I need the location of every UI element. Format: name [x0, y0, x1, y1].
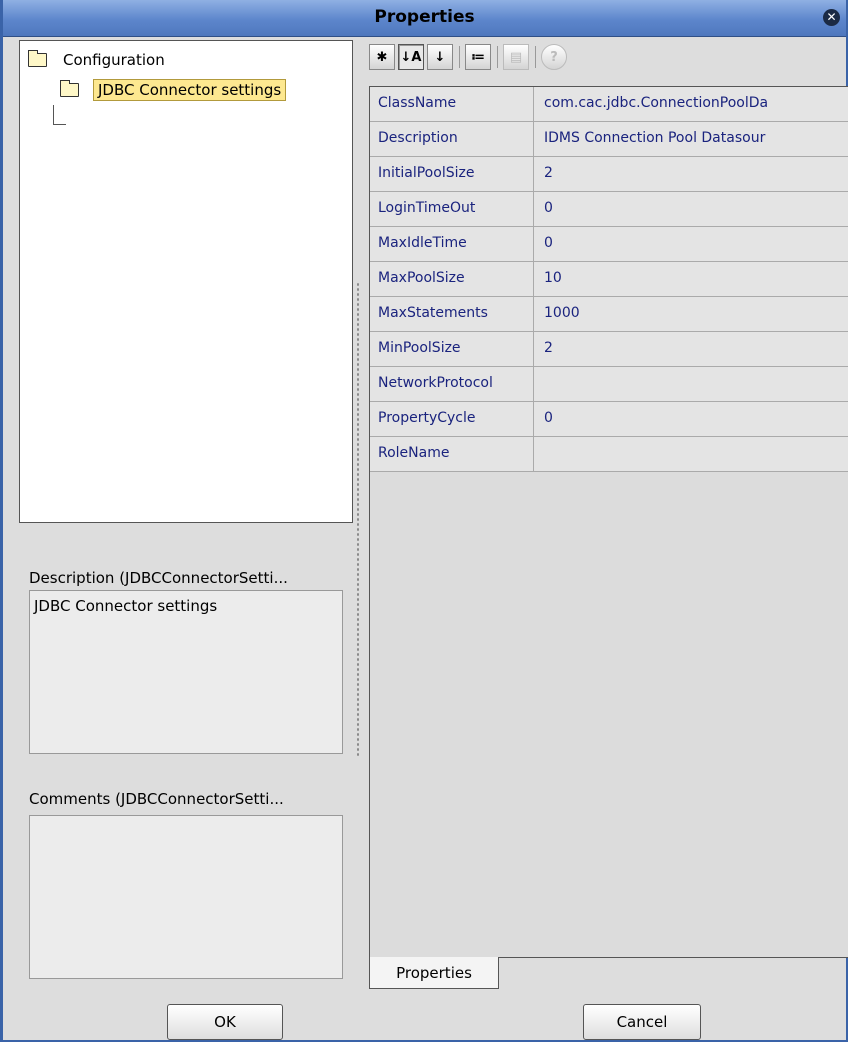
- property-name: PropertyCycle: [370, 402, 534, 437]
- property-sheet: ClassName com.cac.jdbc.ConnectionPoolDa …: [369, 86, 848, 958]
- description-label: Description (JDBCConnectorSetti...: [29, 569, 288, 587]
- configuration-tree: Configuration JDBC Connector settings: [19, 40, 353, 523]
- property-name: MaxStatements: [370, 297, 534, 332]
- unsorted-glyph: ✱: [376, 49, 388, 65]
- folder-icon: [28, 50, 47, 67]
- property-name: NetworkProtocol: [370, 367, 534, 402]
- property-name: ClassName: [370, 87, 534, 122]
- split-pane-divider[interactable]: [356, 282, 361, 757]
- sort-alphabetical-glyph: ↓A: [400, 49, 422, 65]
- property-name: Description: [370, 122, 534, 157]
- dialog-title: Properties: [374, 7, 475, 27]
- property-row-initialpoolsize[interactable]: InitialPoolSize 2: [370, 157, 848, 192]
- property-row-description[interactable]: Description IDMS Connection Pool Datasou…: [370, 122, 848, 157]
- tree-node-label: Configuration: [63, 51, 165, 69]
- show-changed-icon[interactable]: ≔: [465, 44, 491, 70]
- property-value[interactable]: IDMS Connection Pool Datasour: [534, 122, 848, 157]
- toolbar-separator: [459, 46, 460, 68]
- property-name: LoginTimeOut: [370, 192, 534, 227]
- comments-textbox[interactable]: [29, 815, 343, 979]
- properties-toolbar: ✱ ↓A ↓ ≔ ▤ ?: [369, 42, 570, 72]
- toolbar-separator: [535, 46, 536, 68]
- tree-node-label: JDBC Connector settings: [93, 79, 287, 101]
- property-name: MaxIdleTime: [370, 227, 534, 262]
- unsorted-icon[interactable]: ✱: [369, 44, 395, 70]
- description-textbox[interactable]: JDBC Connector settings: [29, 590, 343, 754]
- sort-by-type-glyph: ↓: [434, 49, 446, 65]
- tab-properties[interactable]: Properties: [369, 957, 499, 989]
- property-name: InitialPoolSize: [370, 157, 534, 192]
- tree-node-jdbc-connector-settings[interactable]: JDBC Connector settings: [60, 79, 287, 101]
- property-row-networkprotocol[interactable]: NetworkProtocol: [370, 367, 848, 402]
- cancel-button[interactable]: Cancel: [583, 1004, 701, 1040]
- property-value[interactable]: 0: [534, 192, 848, 227]
- tree-node-configuration[interactable]: Configuration: [28, 50, 165, 69]
- toolbar-separator: [497, 46, 498, 68]
- property-row-classname[interactable]: ClassName com.cac.jdbc.ConnectionPoolDa: [370, 87, 848, 122]
- property-value[interactable]: [534, 437, 848, 472]
- property-row-propertycycle[interactable]: PropertyCycle 0: [370, 402, 848, 437]
- property-sheet-glyph: ▤: [509, 49, 523, 65]
- property-name: RoleName: [370, 437, 534, 472]
- property-value[interactable]: com.cac.jdbc.ConnectionPoolDa: [534, 87, 848, 122]
- ok-button[interactable]: OK: [167, 1004, 283, 1040]
- property-value[interactable]: 1000: [534, 297, 848, 332]
- property-row-rolename[interactable]: RoleName: [370, 437, 848, 472]
- property-name: MaxPoolSize: [370, 262, 534, 297]
- sort-alphabetical-icon[interactable]: ↓A: [398, 44, 424, 70]
- sort-by-type-icon[interactable]: ↓: [427, 44, 453, 70]
- comments-label: Comments (JDBCConnectorSetti...: [29, 790, 284, 808]
- tree-connector-line: [53, 105, 66, 125]
- properties-dialog: Properties ✕ Configuration JDBC Connecto…: [0, 0, 848, 1042]
- property-row-logintimeout[interactable]: LoginTimeOut 0: [370, 192, 848, 227]
- property-value[interactable]: 2: [534, 157, 848, 192]
- help-glyph: ?: [550, 49, 558, 65]
- property-value[interactable]: 2: [534, 332, 848, 367]
- property-sheet-icon[interactable]: ▤: [503, 44, 529, 70]
- property-name: MinPoolSize: [370, 332, 534, 367]
- property-value[interactable]: [534, 367, 848, 402]
- show-changed-glyph: ≔: [471, 49, 485, 65]
- folder-icon: [60, 80, 79, 97]
- help-icon[interactable]: ?: [541, 44, 567, 70]
- title-bar[interactable]: Properties ✕: [3, 0, 846, 37]
- property-row-maxstatements[interactable]: MaxStatements 1000: [370, 297, 848, 332]
- property-value[interactable]: 0: [534, 402, 848, 437]
- property-row-maxpoolsize[interactable]: MaxPoolSize 10: [370, 262, 848, 297]
- close-icon[interactable]: ✕: [823, 9, 840, 26]
- property-value[interactable]: 10: [534, 262, 848, 297]
- property-row-minpoolsize[interactable]: MinPoolSize 2: [370, 332, 848, 367]
- property-value[interactable]: 0: [534, 227, 848, 262]
- property-row-maxidletime[interactable]: MaxIdleTime 0: [370, 227, 848, 262]
